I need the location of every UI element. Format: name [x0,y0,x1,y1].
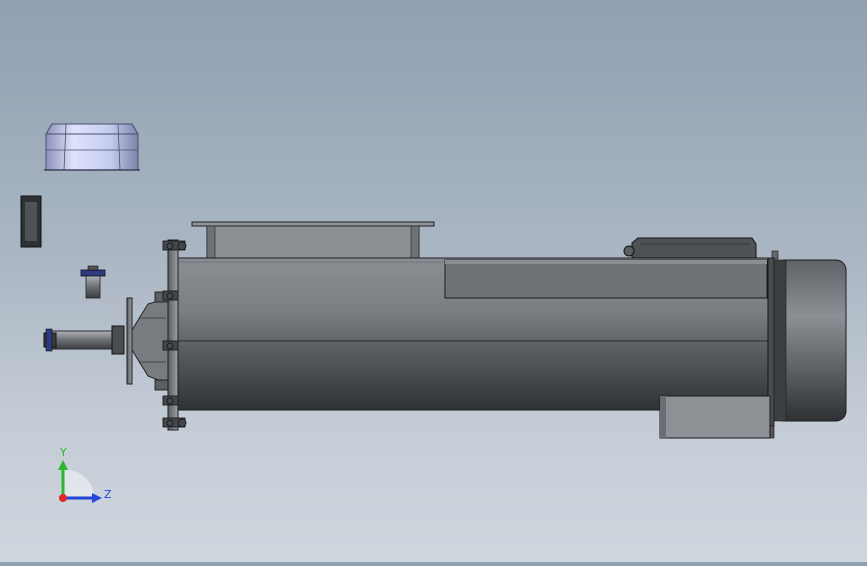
z-axis-label: Z [104,488,112,501]
motor-cylinder[interactable] [767,257,847,427]
model-canvas[interactable]: Y Z [0,0,867,562]
y-arrowhead-icon [58,460,68,470]
bracket-part[interactable] [20,195,42,248]
drive-shaft[interactable] [43,297,133,385]
y-axis-label: Y [59,446,67,459]
top-cover-plate[interactable] [444,259,768,299]
cad-viewport[interactable]: Y Z [0,0,867,562]
top-inlet-hopper[interactable] [191,221,435,259]
motor-base-block[interactable] [659,395,775,439]
control-box[interactable] [623,237,779,260]
coordinate-triad: Y Z [58,446,112,503]
bolt-part[interactable] [80,265,106,299]
cap-part[interactable] [44,123,140,171]
z-arrowhead-icon [92,493,102,503]
x-axis-dot-icon [59,494,67,502]
